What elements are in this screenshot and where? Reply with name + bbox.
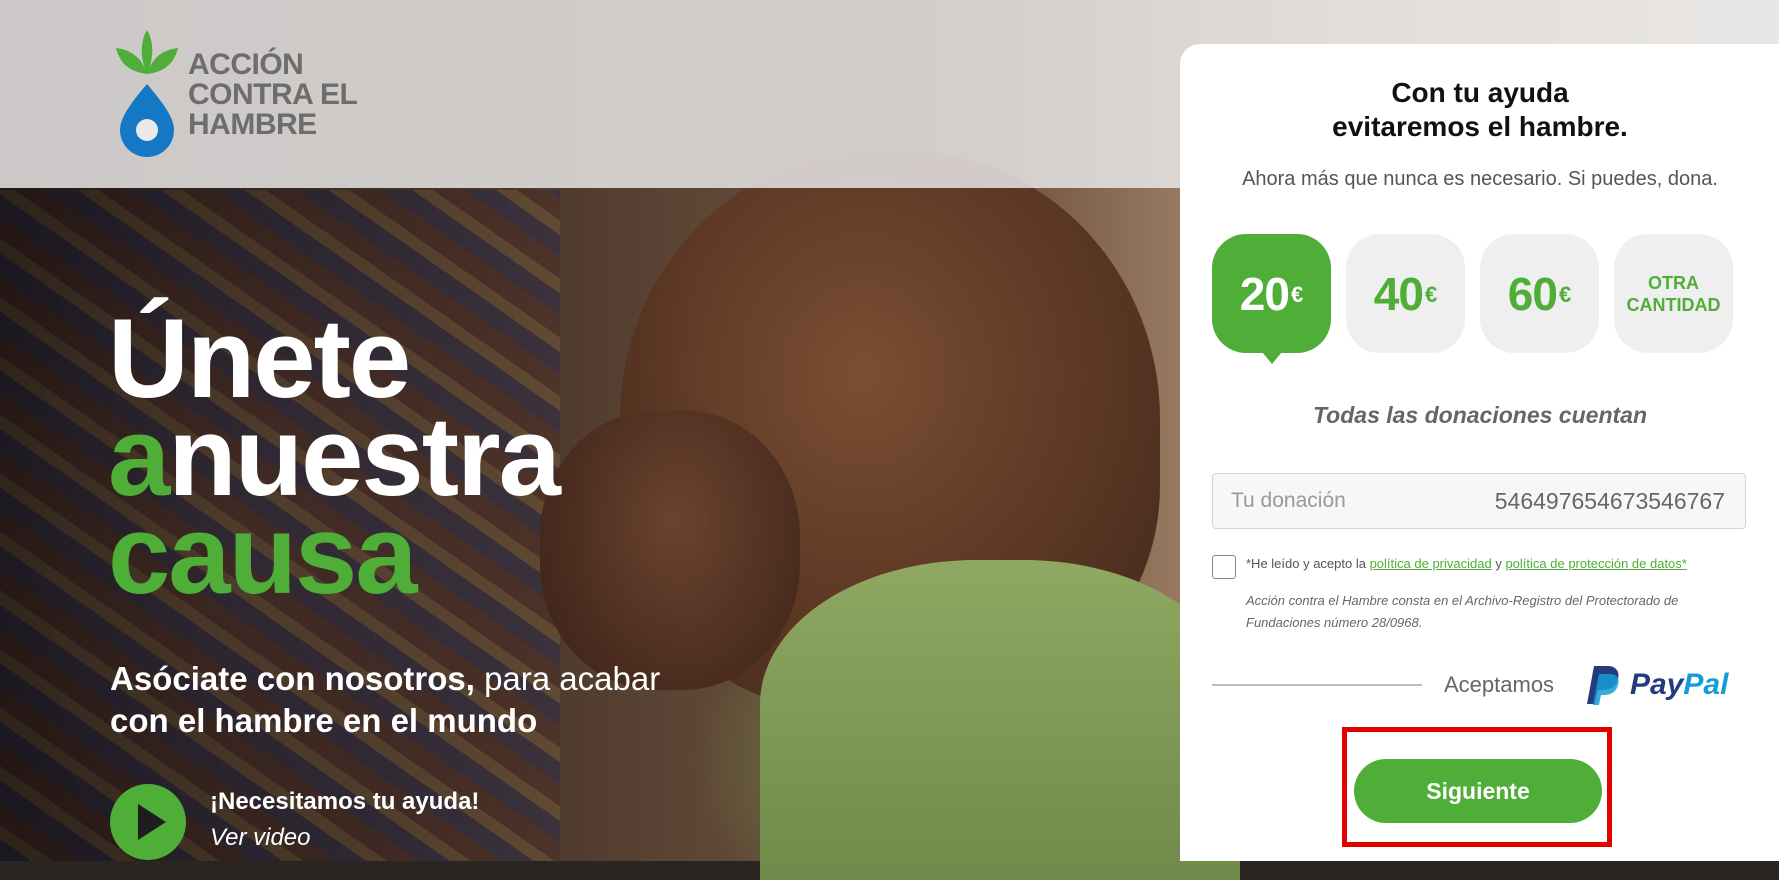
subheading-rest: para acabar — [474, 660, 661, 697]
registry-notice: Acción contra el Hambre consta en el Arc… — [1246, 593, 1679, 630]
amount-options: 20 € 40 € 60 € OTRA CANTIDAD — [1212, 234, 1733, 364]
card-subtitle: Ahora más que nunca es necesario. Si pue… — [1242, 168, 1718, 190]
card-title-line-2: evitaremos el hambre. — [1332, 111, 1628, 142]
other-amount-line-1: OTRA — [1648, 272, 1699, 293]
play-icon[interactable] — [110, 784, 186, 860]
accept-terms-checkbox[interactable] — [1212, 555, 1236, 579]
hero-headline: Únete anuestra causa — [108, 303, 561, 617]
data-protection-link[interactable]: política de protección de datos* — [1505, 556, 1686, 571]
currency-symbol: € — [1558, 281, 1572, 307]
amount-20-button[interactable]: 20 € — [1212, 234, 1331, 364]
amount-value: 60 — [1507, 267, 1558, 320]
legal-prefix: *He leído y acepto la — [1246, 556, 1370, 571]
child-shirt — [760, 560, 1240, 880]
next-button[interactable]: Siguiente — [1354, 759, 1602, 823]
logo-line-1: ACCIÓN — [188, 48, 304, 81]
legal-consent-text: *He leído y acepto la política de privac… — [1246, 556, 1766, 571]
legal-and: y — [1491, 556, 1506, 571]
paypal-logo: PayPal — [1586, 664, 1746, 706]
logo[interactable]: ACCIÓN CONTRA EL HAMBRE — [112, 28, 358, 158]
paypal-pal: Pal — [1683, 668, 1729, 701]
paypal-wordmark: PayPal — [1630, 668, 1728, 702]
donation-input-label: Tu donación — [1231, 489, 1346, 512]
donation-amount-input[interactable]: Tu donación 546497654673546767 — [1212, 473, 1746, 529]
privacy-policy-link[interactable]: política de privacidad — [1370, 556, 1492, 571]
amount-60-button[interactable]: 60 € — [1480, 234, 1599, 353]
logo-wordmark: ACCIÓN CONTRA EL HAMBRE — [188, 48, 358, 141]
divider — [1212, 684, 1422, 686]
video-title: ¡Necesitamos tu ayuda! — [210, 788, 480, 815]
video-link[interactable]: Ver video — [210, 824, 311, 852]
currency-symbol: € — [1424, 281, 1438, 307]
accept-label: Aceptamos — [1444, 672, 1555, 697]
logo-line-2: CONTRA EL — [188, 78, 358, 111]
currency-symbol: € — [1290, 281, 1304, 307]
logo-line-3: HAMBRE — [188, 108, 317, 141]
donation-card: Con tu ayuda evitaremos el hambre. Ahora… — [1180, 44, 1779, 861]
subheading-line-2: con el hambre en el mundo — [110, 702, 538, 739]
card-title-line-1: Con tu ayuda — [1391, 77, 1569, 108]
other-amount-line-2: CANTIDAD — [1626, 294, 1721, 315]
headline-line-3: causa — [108, 492, 418, 617]
subheading-bold: Asóciate con nosotros, — [110, 660, 475, 697]
hero-subheading: Asóciate con nosotros, para acabar con e… — [110, 658, 710, 742]
other-amount-button[interactable]: OTRA CANTIDAD — [1614, 234, 1733, 353]
amount-value: 20 — [1239, 267, 1290, 320]
paypal-pay: Pay — [1630, 668, 1684, 701]
amount-value: 40 — [1373, 267, 1424, 320]
donations-tagline: Todas las donaciones cuentan — [1312, 402, 1647, 428]
paypal-icon — [1587, 666, 1619, 705]
amount-40-button[interactable]: 40 € — [1346, 234, 1465, 353]
donation-input-value[interactable]: 546497654673546767 — [1495, 488, 1725, 515]
logo-leaf-drop-icon — [116, 30, 178, 157]
card-title: Con tu ayuda evitaremos el hambre. — [1180, 76, 1779, 144]
